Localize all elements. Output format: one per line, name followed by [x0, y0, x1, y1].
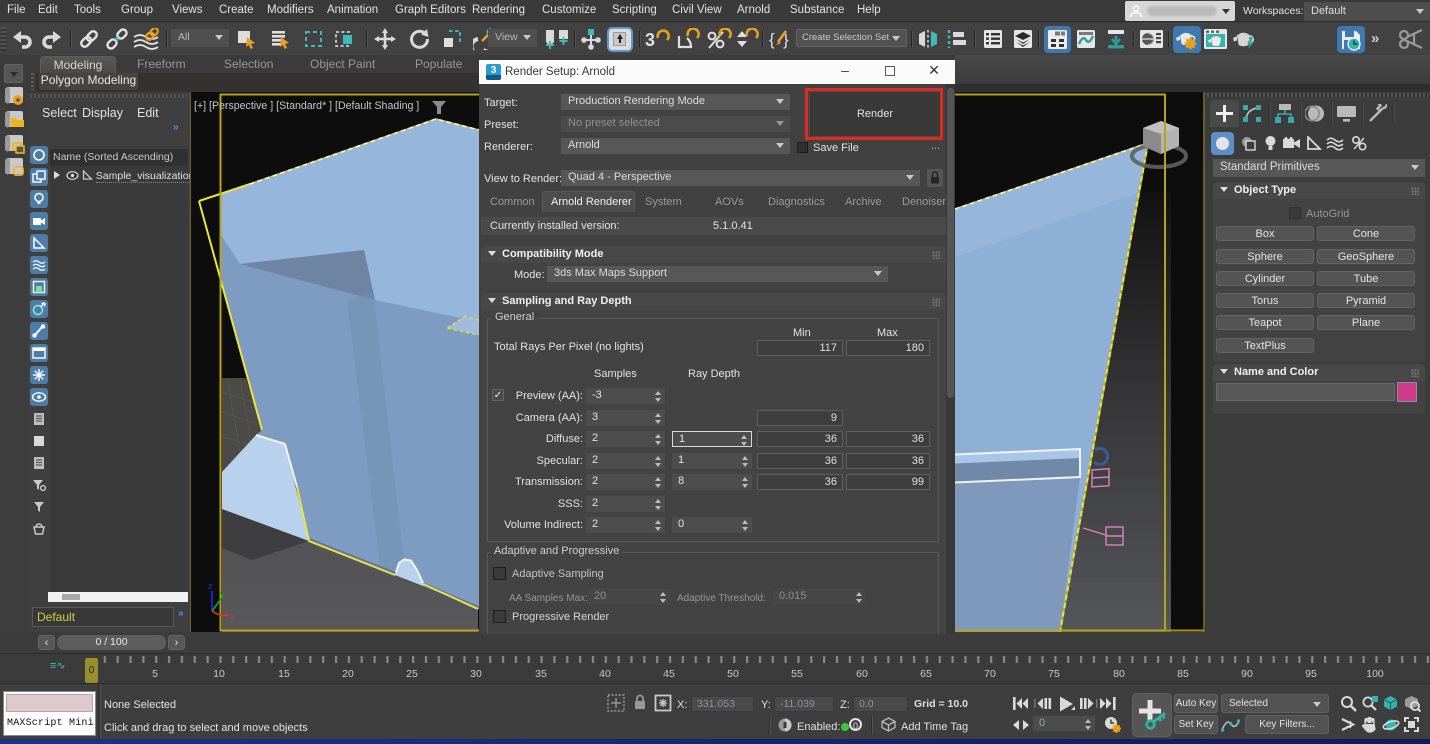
svg-text:55: 55	[791, 668, 803, 680]
svg-text:25: 25	[406, 668, 418, 680]
svg-text:85: 85	[1177, 668, 1189, 680]
svg-text:75: 75	[1048, 668, 1060, 680]
svg-text:10: 10	[213, 668, 225, 680]
svg-text:60: 60	[856, 668, 868, 680]
svg-text:70: 70	[984, 668, 996, 680]
svg-text:95: 95	[1305, 668, 1317, 680]
svg-text:z: z	[208, 581, 213, 591]
svg-text:80: 80	[1113, 668, 1125, 680]
svg-text:45: 45	[663, 668, 675, 680]
svg-text:5: 5	[152, 668, 158, 680]
svg-text:15: 15	[278, 668, 290, 680]
svg-text:[+] [Perspective ] [Standard*: [+] [Perspective ] [Standard* ] [Default…	[194, 100, 419, 112]
svg-text:x: x	[230, 611, 235, 621]
svg-text:40: 40	[599, 668, 611, 680]
svg-text:50: 50	[727, 668, 739, 680]
svg-text:90: 90	[1241, 668, 1253, 680]
svg-text:35: 35	[535, 668, 547, 680]
svg-text:20: 20	[342, 668, 354, 680]
svg-text:3: 3	[645, 30, 655, 50]
svg-text:y: y	[220, 589, 225, 599]
svg-text:30: 30	[470, 668, 482, 680]
svg-text:65: 65	[920, 668, 932, 680]
svg-text:{: {	[769, 30, 775, 49]
svg-text:100: 100	[1366, 668, 1384, 680]
